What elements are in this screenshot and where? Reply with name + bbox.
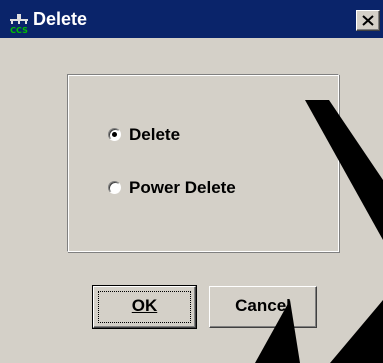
svg-text:CCS: CCS bbox=[10, 26, 28, 34]
close-button[interactable] bbox=[356, 10, 380, 31]
cancel-button[interactable]: Cancel bbox=[209, 286, 317, 328]
radio-button-delete[interactable] bbox=[108, 128, 121, 141]
focus-rectangle bbox=[98, 291, 191, 323]
window-title: Delete bbox=[33, 9, 88, 29]
title-bar[interactable]: CCS Delete bbox=[0, 0, 383, 38]
close-icon bbox=[362, 15, 374, 26]
ok-button[interactable]: OK bbox=[92, 285, 197, 329]
app-icon: CCS bbox=[8, 12, 30, 34]
radio-label-power-delete[interactable]: Power Delete bbox=[129, 178, 236, 198]
radio-button-power-delete[interactable] bbox=[108, 181, 121, 194]
delete-dialog: CCS Delete Delete Power Delete OK Cancel bbox=[0, 0, 383, 363]
radio-label-delete[interactable]: Delete bbox=[129, 125, 180, 145]
cancel-button-label: Cancel bbox=[235, 296, 291, 315]
delete-options-group: Delete Power Delete bbox=[67, 74, 339, 252]
